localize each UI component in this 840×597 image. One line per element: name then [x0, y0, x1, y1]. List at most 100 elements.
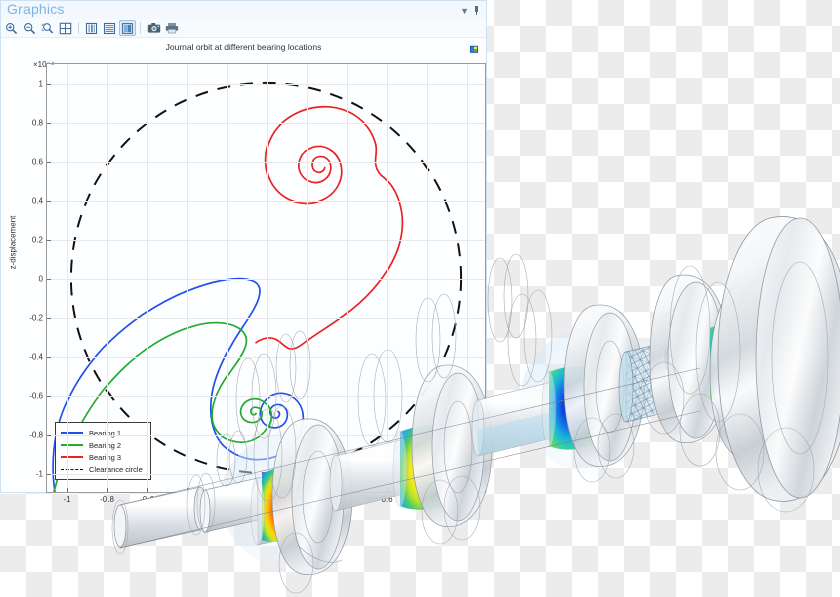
transparency-icon[interactable]: [83, 20, 100, 36]
toolbar-separator-2: [140, 22, 141, 34]
y-axis-tick: [47, 83, 51, 85]
plot-thumbnail-icon[interactable]: [468, 42, 480, 55]
graphics-window: Graphics ▼ Journal orbit at different be…: [0, 0, 487, 504]
x-axis-tick: [227, 488, 228, 492]
x-axis-tick-label: 0.6: [381, 495, 393, 504]
legend-item-bearing-1: Bearing 1: [61, 427, 143, 439]
toolbar-separator-1: [78, 22, 79, 34]
x-axis-tick-label: -0.4: [180, 495, 194, 504]
plot-panel: Journal orbit at different bearing locat…: [1, 38, 486, 504]
y-axis-tick-label: 0.6: [31, 157, 43, 167]
y-axis-tick-label: -0.4: [29, 352, 43, 362]
gridline-vertical: [307, 64, 308, 492]
wireframe-icon[interactable]: [101, 20, 118, 36]
zoom-extents-icon[interactable]: [57, 20, 74, 36]
x-axis-tick-label: 0.4: [341, 495, 353, 504]
ghost-outline-group-3: [507, 289, 635, 483]
gridline-horizontal: [47, 279, 485, 280]
x-axis-tick-label: -0.8: [100, 495, 114, 504]
gridline-vertical: [227, 64, 228, 492]
y-axis-tick: [47, 396, 51, 398]
x-axis-tick: [267, 488, 268, 492]
gridline-horizontal: [47, 122, 485, 124]
gridline-horizontal: [47, 200, 485, 202]
y-axis-tick: [47, 200, 51, 202]
gridline-vertical: [267, 64, 268, 492]
chevron-down-icon[interactable]: ▼: [460, 6, 469, 16]
y-axis-tick: [47, 318, 51, 320]
gridline-vertical: [467, 64, 468, 492]
y-axis-tick-label: 0.2: [31, 235, 43, 245]
camera-icon[interactable]: [145, 20, 162, 36]
zoom-box-icon[interactable]: [39, 20, 56, 36]
gridline-vertical: [107, 64, 108, 492]
plot-frame: Bearing 1 Bearing 2 Bearing 3 Clearance …: [29, 63, 486, 504]
journal-bearing-4: [710, 323, 762, 403]
gridline-vertical: [187, 64, 188, 492]
x-axis-tick: [467, 488, 468, 492]
x-axis-tick-label: 1: [464, 495, 470, 504]
print-icon[interactable]: [163, 20, 180, 36]
x-axis-tick: [147, 488, 148, 492]
x-axis-tick: [427, 488, 428, 492]
zoom-in-icon[interactable]: [3, 20, 20, 36]
legend-item-bearing-3: Bearing 3: [61, 451, 143, 463]
legend-swatch-clearance-circle: [61, 468, 83, 470]
x-axis-tick-label: 0: [264, 495, 270, 504]
pin-icon[interactable]: [473, 6, 480, 17]
legend-swatch-bearing-1: [61, 432, 83, 434]
y-axis-tick: [47, 474, 51, 476]
flywheel-stack: [643, 216, 840, 513]
gridline-vertical: [67, 64, 68, 492]
gridline-horizontal: [47, 161, 485, 163]
x-axis-tick: [107, 488, 108, 492]
legend-label-clearance-circle: Clearance circle: [89, 464, 143, 474]
x-axis-tick: [347, 488, 348, 492]
legend-item-clearance-circle: Clearance circle: [61, 463, 143, 475]
graphics-window-header: Graphics ▼: [1, 1, 486, 19]
gridline-horizontal: [47, 396, 485, 398]
y-axis-tick-label: 0.4: [31, 196, 43, 206]
legend-label-bearing-2: Bearing 2: [89, 440, 122, 450]
x-axis-tick: [67, 488, 68, 492]
y-axis-tick: [47, 357, 51, 359]
scene-light-icon[interactable]: [119, 20, 136, 36]
legend-item-bearing-2: Bearing 2: [61, 439, 143, 451]
legend-label-bearing-3: Bearing 3: [89, 452, 122, 462]
y-axis-tick-label: 0: [38, 274, 43, 284]
gridline-horizontal: [47, 318, 485, 320]
plot-title: Journal orbit at different bearing locat…: [165, 42, 322, 52]
legend-swatch-bearing-2: [61, 444, 83, 446]
zoom-out-icon[interactable]: [21, 20, 38, 36]
gridline-vertical: [147, 64, 148, 492]
y-axis-tick-label: -0.2: [29, 313, 43, 323]
y-axis-tick: [47, 435, 51, 437]
gridline-horizontal: [47, 83, 485, 85]
chart-legend: Bearing 1 Bearing 2 Bearing 3 Clearance …: [55, 422, 151, 480]
x-axis-tick-label: 0.8: [421, 495, 433, 504]
gridline-horizontal: [47, 357, 485, 359]
bearing-3-path: [255, 105, 404, 350]
y-axis-tick: [47, 122, 51, 124]
journal-bearing-3: [541, 365, 608, 450]
y-axis-tick-label: -1: [35, 469, 43, 479]
y-axis-tick: [47, 161, 51, 163]
y-axis-label: z-displacement: [8, 215, 18, 270]
x-axis-tick-label: -1: [63, 495, 71, 504]
gridline-horizontal: [47, 474, 485, 476]
clearance-circle-path: [69, 81, 463, 475]
x-axis-tick-label: -0.6: [140, 495, 154, 504]
y-axis-tick-label: 1: [38, 79, 43, 89]
crank-web-3: [563, 304, 645, 468]
y-axis-tick: [47, 239, 51, 241]
gridline-horizontal: [47, 239, 485, 241]
x-axis-tick: [387, 488, 388, 492]
y-axis-tick-label: 0.8: [31, 118, 43, 128]
x-axis-tick-label: 0.2: [301, 495, 313, 504]
gridline-vertical: [427, 64, 428, 492]
x-axis-tick: [187, 488, 188, 492]
legend-swatch-bearing-3: [61, 456, 83, 458]
y-axis-tick-label: -0.8: [29, 430, 43, 440]
y-axis-tick-label: -0.6: [29, 391, 43, 401]
gridline-horizontal: [47, 435, 485, 437]
